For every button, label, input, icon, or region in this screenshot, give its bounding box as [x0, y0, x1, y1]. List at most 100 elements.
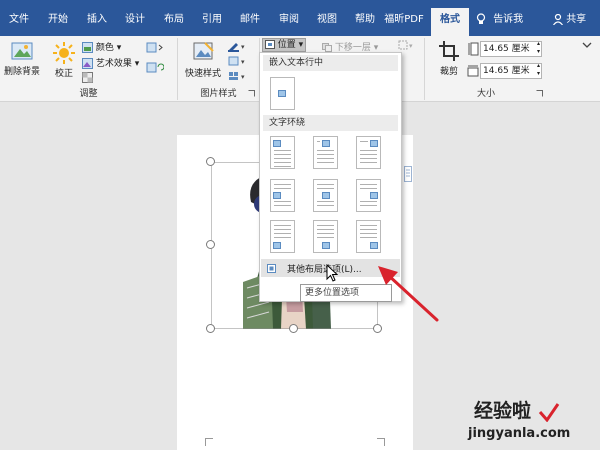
group-size: 裁剪 14.65 厘米 ▴ ▾ 14.65 厘米 ▴ ▾ 大小: [425, 38, 547, 100]
effects-icon: ▾: [228, 56, 245, 66]
height-input[interactable]: 14.65 厘米 ▴ ▾: [480, 40, 542, 57]
mouse-cursor-icon: [326, 264, 338, 282]
picture-layout-button[interactable]: ▾: [226, 70, 248, 83]
height-value: 14.65 厘米: [483, 44, 530, 54]
position-icon: [264, 40, 275, 49]
send-backward-button[interactable]: 下移一层 ▾: [322, 40, 384, 53]
color-icon: [82, 42, 93, 53]
remove-background-button[interactable]: 删除背景: [2, 38, 42, 78]
resize-handle-bottom[interactable]: [289, 324, 298, 333]
compress-pictures-button[interactable]: [145, 42, 165, 55]
dialog-launcher-icon[interactable]: [248, 90, 255, 97]
artistic-effects-button[interactable]: 艺术效果 ▾: [82, 56, 139, 69]
crop-button[interactable]: 裁剪: [433, 38, 465, 80]
svg-text:▾: ▾: [409, 42, 413, 50]
share-label: 共享: [566, 14, 587, 25]
transparency-button[interactable]: [82, 72, 93, 85]
wrap-bottom-right-option[interactable]: [356, 220, 381, 253]
group-picture-styles-label: 图片样式: [200, 89, 237, 99]
section-text-wrapping: 文字环绕: [263, 115, 398, 131]
dialog-launcher-icon[interactable]: [536, 90, 543, 97]
collapse-ribbon-icon[interactable]: [580, 38, 594, 52]
tab-foxit-pdf[interactable]: 福昕PDF: [380, 8, 428, 36]
resize-handle-top-left[interactable]: [206, 157, 215, 166]
wrap-middle-right-option[interactable]: [356, 179, 381, 212]
crop-icon: [439, 41, 459, 61]
svg-text:▾: ▾: [241, 58, 245, 66]
tab-layout[interactable]: 布局: [156, 8, 192, 36]
tab-insert[interactable]: 插入: [79, 8, 115, 36]
svg-text:▾: ▾: [241, 73, 245, 81]
tab-home[interactable]: 开始: [40, 8, 76, 36]
width-spinner-icon[interactable]: ▴ ▾: [537, 62, 540, 78]
checkmark-icon: [538, 402, 559, 422]
share-button[interactable]: 共享: [553, 8, 597, 36]
tab-review[interactable]: 审阅: [271, 8, 307, 36]
wrap-bottom-center-option[interactable]: [313, 220, 338, 253]
color-label: 颜色: [95, 43, 114, 53]
wrap-middle-left-option[interactable]: [270, 179, 295, 212]
resize-handle-bottom-left[interactable]: [206, 324, 215, 333]
section-inline-with-text: 嵌入文本行中: [263, 55, 398, 71]
watermark: 经验啦 jingyanla.com: [468, 396, 598, 448]
more-layout-options-label: 其他布局选项(L)...: [287, 265, 362, 275]
margin-corner-icon: [377, 438, 385, 446]
resize-handle-left[interactable]: [206, 240, 215, 249]
artistic-effects-icon: [82, 58, 93, 69]
tell-me-label: 告诉我: [493, 14, 524, 25]
correct-button[interactable]: 校正: [50, 38, 78, 79]
change-picture-button[interactable]: [145, 62, 165, 75]
group-picture-styles: 快速样式 ▾ ▾ ▾ 图片样式: [178, 38, 260, 100]
correct-label: 校正: [54, 69, 73, 79]
watermark-logo-text: 经验啦: [474, 396, 560, 423]
wrap-top-right-option[interactable]: [356, 136, 381, 169]
picture-effects-button[interactable]: ▾: [226, 55, 248, 68]
group-adjust-label: 调整: [79, 89, 98, 99]
pen-icon: ▾: [228, 43, 245, 52]
person-icon: [553, 13, 563, 25]
position-label: 位置: [277, 40, 296, 50]
position-button[interactable]: 位置 ▾: [262, 38, 306, 52]
picture-border-button[interactable]: ▾: [226, 40, 248, 53]
color-button[interactable]: 颜色 ▾: [82, 40, 121, 53]
title-bar: 文件 开始 插入 设计 布局 引用 邮件 审阅 视图 帮助 福昕PDF 格式 告…: [0, 0, 600, 36]
wrap-middle-center-option[interactable]: [313, 179, 338, 212]
crop-label: 裁剪: [439, 67, 458, 77]
tab-design[interactable]: 设计: [117, 8, 153, 36]
sun-icon: [53, 42, 75, 64]
transparency-icon: [82, 72, 93, 83]
tab-view[interactable]: 视图: [309, 8, 345, 36]
height-spinner-icon[interactable]: ▴ ▾: [537, 40, 540, 56]
ribbon-tabs: 文件 开始 插入 设计 布局 引用 邮件 审阅 视图 帮助 福昕PDF 格式 告…: [0, 8, 600, 36]
remove-background-label: 删除背景: [3, 67, 40, 77]
height-icon: [468, 42, 479, 56]
lightbulb-icon: [476, 13, 486, 24]
tab-file[interactable]: 文件: [2, 8, 36, 36]
wrap-top-center-option[interactable]: [313, 136, 338, 169]
align-button[interactable]: ▾: [396, 40, 416, 52]
layout-options-small-icon: [267, 264, 276, 273]
width-input[interactable]: 14.65 厘米 ▴ ▾: [480, 62, 542, 79]
width-icon: [467, 65, 479, 77]
quick-styles-button[interactable]: 快速样式: [182, 38, 224, 80]
artistic-effects-label: 艺术效果: [95, 59, 132, 69]
tab-references[interactable]: 引用: [194, 8, 230, 36]
watermark-url: jingyanla.com: [468, 426, 571, 441]
tell-me-search[interactable]: 告诉我: [476, 8, 540, 36]
change-picture-icon: [146, 62, 165, 73]
width-value: 14.65 厘米: [483, 66, 530, 76]
layout-options-icon[interactable]: [404, 166, 412, 182]
watermark-brand: 经验啦: [474, 400, 532, 422]
send-backward-icon: [322, 43, 332, 52]
remove-background-icon: [11, 42, 33, 60]
quick-styles-label: 快速样式: [184, 69, 221, 79]
group-adjust: 删除背景 校正 颜色 ▾ 艺术效果 ▾ 调整: [0, 38, 178, 100]
wrap-top-left-option[interactable]: [270, 136, 295, 169]
tab-mailings[interactable]: 邮件: [232, 8, 268, 36]
inline-with-text-option[interactable]: [270, 77, 295, 110]
group-size-label: 大小: [476, 89, 495, 99]
wrap-bottom-left-option[interactable]: [270, 220, 295, 253]
tab-format[interactable]: 格式: [431, 8, 469, 36]
tab-help[interactable]: 帮助: [347, 8, 383, 36]
compress-icon: [146, 42, 163, 53]
